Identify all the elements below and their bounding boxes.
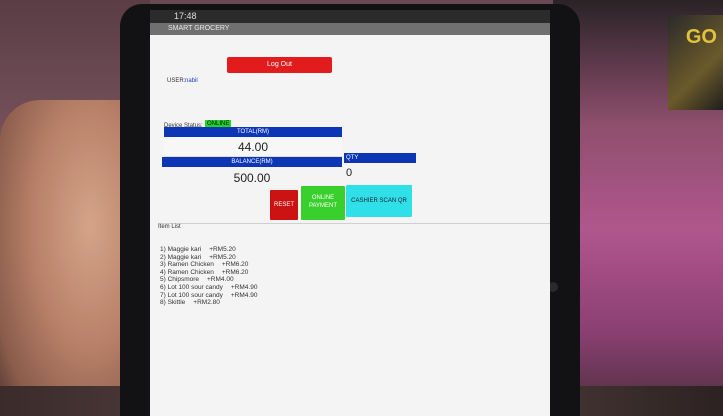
list-item: 8) Skittle +RM2.80: [160, 299, 257, 307]
item-name: 5) Chipsmore: [160, 276, 200, 284]
item-name: 1) Maggie kari: [160, 246, 202, 253]
list-item: 5) Chipsmore +RM4.00: [160, 276, 257, 284]
list-item: 6) Lot 100 sour candy +RM4.90: [160, 284, 257, 292]
app-title: SMART GROCERY: [168, 25, 230, 32]
list-item: 3) Ramen Chicken +RM6.20: [160, 261, 257, 269]
online-payment-label-line1: ONLINE: [311, 195, 335, 201]
balance-value: 500.00: [233, 171, 271, 185]
item-name: 6) Lot 100 sour candy: [160, 283, 223, 291]
item-name: 8) Skittle: [160, 299, 186, 307]
item-price: +RM5.20: [209, 253, 236, 261]
item-price: +RM4.00: [207, 276, 234, 284]
item-list: 1) Maggie kari +RM5.20 2) Maggie kari +RM5…: [160, 246, 257, 307]
balance-header: BALANCE(RM): [162, 157, 342, 167]
list-item: 1) Maggie kari +RM5.20: [160, 246, 257, 254]
user-name: nabil: [185, 78, 198, 84]
user-label: USER:: [167, 78, 186, 84]
item-price: +RM4.90: [230, 291, 258, 299]
item-name: 7) Lot 100 sour candy: [160, 291, 223, 299]
status-bar: 17:48: [150, 10, 550, 23]
item-name: 4) Ramen Chicken: [160, 268, 214, 276]
status-time: 17:48: [174, 11, 197, 21]
total-value: 44.00: [164, 138, 342, 157]
item-price: +RM5.20: [209, 246, 236, 253]
item-name: 2) Maggie kari: [160, 253, 202, 261]
online-payment-label-line2: PAYMENT: [308, 203, 338, 209]
online-payment-button[interactable]: ONLINE PAYMENT: [301, 186, 345, 220]
item-price: +RM6.20: [221, 261, 249, 269]
item-price: +RM6.20: [221, 268, 249, 276]
qty-value: 0: [346, 167, 353, 179]
shelf-sign-text: GO: [685, 26, 717, 48]
app-title-bar: SMART GROCERY: [150, 23, 550, 35]
cashier-scan-qr-button[interactable]: CASHIER SCAN QR: [346, 185, 412, 217]
reset-button[interactable]: RESET: [270, 190, 298, 220]
item-price: +RM2.80: [193, 299, 220, 307]
list-item: 7) Lot 100 sour candy +RM4.90: [160, 292, 257, 300]
section-divider: [158, 223, 550, 224]
logout-button[interactable]: Log Out: [227, 57, 332, 73]
item-list-label: Item List: [158, 224, 181, 230]
item-name: 3) Ramen Chicken: [160, 261, 214, 269]
total-header: TOTAL(RM): [164, 127, 342, 137]
tablet-screen: 17:48 SMART GROCERY USER: nabil Log Out …: [150, 10, 550, 416]
item-price: +RM4.90: [230, 283, 258, 291]
list-item: 4) Ramen Chicken +RM6.20: [160, 269, 257, 277]
qty-header: QTY: [344, 153, 416, 163]
list-item: 2) Maggie kari +RM5.20: [160, 254, 257, 262]
